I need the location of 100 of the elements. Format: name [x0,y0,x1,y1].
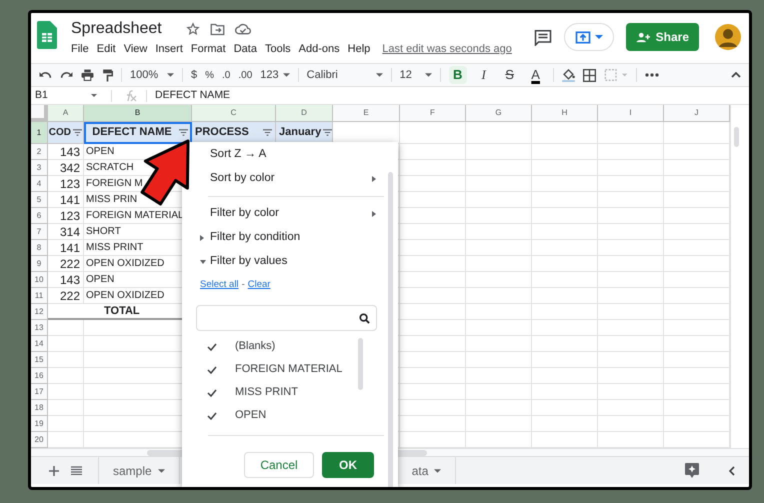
paint-format-icon[interactable] [102,68,113,82]
column-header[interactable]: F [400,105,466,122]
select-all-link[interactable]: Select all [200,278,239,292]
italic-button[interactable]: I [474,66,493,84]
percent-button[interactable]: % [205,68,214,82]
ok-button[interactable]: OK [322,452,374,478]
row-header[interactable]: 1 [31,122,48,144]
search-field[interactable] [196,305,377,331]
increase-decimal-button[interactable]: .00 [238,68,252,82]
menu-item[interactable]: Data [234,40,257,58]
header-cell[interactable]: PROCESS [192,122,276,144]
column-header[interactable]: A [48,105,84,122]
menu-item[interactable]: Sort Z → A [194,143,382,167]
sheet-list-icon[interactable] [71,466,82,475]
value-option[interactable]: MISS PRINT [235,384,298,401]
merge-cells-icon[interactable] [604,69,628,81]
checkmark-icon[interactable] [207,366,217,374]
print-icon[interactable] [81,69,94,81]
value-option[interactable]: (Blanks) [235,338,276,355]
strikethrough-button[interactable]: S [500,66,519,84]
column-header[interactable]: D [276,105,333,122]
menu-item[interactable]: Help [348,40,370,58]
borders-icon[interactable] [582,68,596,82]
row-header[interactable]: 2 [31,144,48,160]
row-header[interactable]: 18 [31,400,48,416]
sheet-tab[interactable]: sample [98,457,180,484]
menu-item[interactable]: File [71,40,89,58]
row-header[interactable]: 4 [31,176,48,192]
menu-item[interactable]: Filter by condition [194,226,382,250]
clear-link[interactable]: Clear [248,278,270,292]
formula-input[interactable]: DEFECT NAME [155,88,230,104]
menu-item[interactable]: Format [190,40,226,58]
row-header[interactable]: 20 [31,432,48,448]
menu-item[interactable]: Filter by color [194,202,382,226]
column-header[interactable]: E [333,105,400,122]
explore-icon[interactable] [685,463,699,478]
header-cell[interactable]: COD [48,122,84,144]
column-header[interactable]: B [84,105,192,122]
add-sheet-icon[interactable] [49,466,59,476]
text-color-button[interactable]: A [526,66,545,84]
column-header[interactable]: H [532,105,598,122]
comment-icon[interactable] [534,28,552,46]
column-header[interactable]: G [466,105,532,122]
checkmark-icon[interactable] [207,388,217,396]
font-size-dropdown[interactable]: 12 [400,66,432,84]
row-header[interactable]: 7 [31,224,48,240]
share-button[interactable]: Share [626,23,699,51]
row-header[interactable]: 5 [31,192,48,208]
value-option[interactable]: FOREIGN MATERIAL [235,361,342,378]
name-box[interactable]: B1 [31,88,101,104]
row-header[interactable]: 14 [31,336,48,352]
row-header[interactable]: 16 [31,368,48,384]
filter-icon[interactable] [323,129,332,136]
filter-icon[interactable] [73,129,82,136]
column-header[interactable]: J [664,105,730,122]
header-cell[interactable]: DEFECT NAME [84,122,192,144]
filter-icon[interactable] [178,129,188,136]
undo-icon[interactable] [39,70,52,80]
row-header[interactable]: 15 [31,352,48,368]
menu-item[interactable]: Filter by values [194,250,382,274]
cancel-button[interactable]: Cancel [244,452,314,478]
redo-icon[interactable] [60,70,73,80]
menu-item[interactable]: Edit [96,40,116,58]
fill-color-icon[interactable] [562,68,575,82]
header-cell[interactable]: January [276,122,333,144]
font-dropdown[interactable]: Calibri [306,66,383,84]
collapse-panel-icon[interactable] [729,466,735,476]
value-option[interactable]: OPEN [235,407,266,424]
present-button[interactable] [564,23,614,51]
menu-item[interactable]: Add-ons [298,40,340,58]
row-header[interactable]: 9 [31,256,48,272]
row-header[interactable]: 13 [31,320,48,336]
last-edit-link[interactable]: Last edit was seconds ago [382,40,512,58]
more-icon[interactable] [644,73,659,77]
row-header[interactable]: 12 [31,304,48,320]
star-icon[interactable] [186,22,200,36]
row-header[interactable]: 17 [31,384,48,400]
row-header[interactable]: 8 [31,240,48,256]
zoom-dropdown[interactable]: 100% [130,66,174,84]
filter-icon[interactable] [263,129,272,136]
bold-button[interactable]: B [448,66,467,84]
decrease-decimal-button[interactable]: .0 [222,68,230,82]
column-header[interactable]: C [192,105,276,122]
menu-item[interactable]: Tools [264,40,291,58]
avatar-icon[interactable] [715,24,741,50]
row-header[interactable]: 11 [31,288,48,304]
collapse-icon[interactable] [731,72,741,78]
folder-icon[interactable] [210,22,225,36]
menu-item[interactable]: Sort by color [194,167,382,191]
row-header[interactable]: 10 [31,272,48,288]
column-header[interactable]: I [598,105,664,122]
cloud-icon[interactable] [234,23,251,35]
menu-item[interactable]: View [124,40,148,58]
checkmark-icon[interactable] [207,342,217,350]
row-header[interactable]: 3 [31,160,48,176]
row-header[interactable]: 6 [31,208,48,224]
currency-button[interactable]: $ [191,66,198,84]
menu-item[interactable]: Insert [155,40,183,58]
number-format-dropdown[interactable]: 123 [260,66,290,84]
checkmark-icon[interactable] [207,412,217,420]
